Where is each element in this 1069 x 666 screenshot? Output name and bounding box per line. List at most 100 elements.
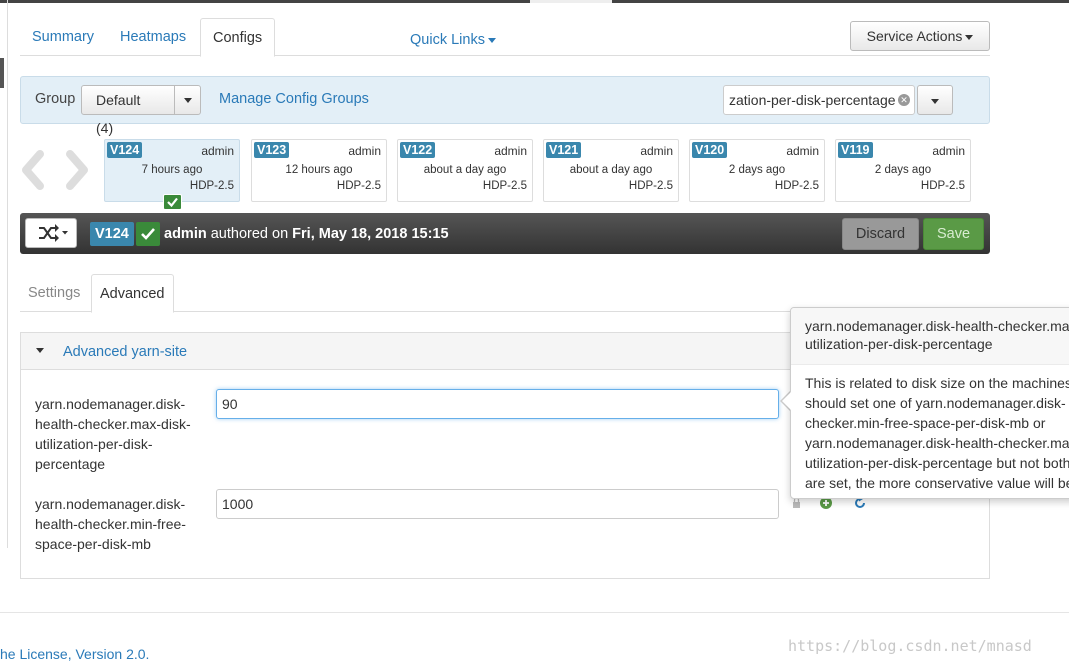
caret-down-icon (183, 97, 192, 103)
tab-heatmaps[interactable]: Heatmaps (108, 18, 198, 56)
service-tabs: Summary Heatmaps Configs (20, 18, 990, 57)
clear-filter-icon[interactable]: ✕ (898, 94, 910, 106)
quick-links-dropdown[interactable]: Quick Links (410, 32, 496, 48)
version-time: 7 hours ago (141, 164, 203, 176)
version-card-v120[interactable]: V120 admin 2 days ago HDP-2.5 (689, 139, 825, 202)
tab-advanced[interactable]: Advanced (91, 274, 174, 313)
panel-title[interactable]: Advanced yarn-site (63, 344, 187, 360)
save-button[interactable]: Save (923, 218, 984, 250)
label-line: percentage (35, 456, 106, 472)
version-stack: HDP-2.5 (336, 180, 381, 192)
check-icon (136, 222, 160, 246)
popover-body-line: This is related to disk size on the mach… (805, 375, 1069, 391)
label-line: yarn.nodemanager.disk- (35, 496, 186, 512)
label-line: space-per-disk-mb (35, 536, 151, 552)
version-author: admin (348, 144, 381, 158)
watermark: https://blog.csdn.net/mnasd (788, 637, 1032, 655)
version-card-v122[interactable]: V122 admin about a day ago HDP-2.5 (397, 139, 533, 202)
popover-title-line: yarn.nodemanager.disk-health-checker.max… (805, 318, 1069, 334)
version-badge: V124 (107, 142, 143, 158)
next-versions-arrow-icon[interactable] (62, 150, 92, 190)
sidebar-active-marker (0, 58, 4, 88)
tab-summary[interactable]: Summary (20, 18, 106, 56)
compare-versions-button[interactable] (25, 218, 77, 248)
version-stack: HDP-2.5 (628, 180, 673, 192)
version-stack: HDP-2.5 (774, 180, 819, 192)
version-date: Fri, May 18, 2018 15:15 (292, 226, 449, 242)
label-line: health-checker.max-disk- (35, 416, 191, 432)
popover-body-line: are set, the more conservative value wil… (805, 475, 1069, 491)
version-time: 2 days ago (728, 164, 786, 176)
service-actions-button[interactable]: Service Actions (850, 21, 990, 51)
version-badge: V122 (400, 142, 436, 158)
label-line: utilization-per-disk- (35, 436, 153, 452)
max-disk-utilization-input[interactable] (216, 389, 779, 419)
footer-divider (0, 612, 1069, 613)
current-version-bar: V124 admin authored on Fri, May 18, 2018… (20, 213, 990, 254)
label-line: health-checker.min-free- (35, 516, 186, 532)
service-actions-label: Service Actions (866, 28, 963, 44)
min-free-space-input[interactable] (216, 489, 779, 519)
version-author: admin (494, 144, 527, 158)
quick-links-label: Quick Links (410, 32, 485, 48)
config-filter-box: ✕ (723, 85, 915, 115)
property-label-max-disk-utilization: yarn.nodemanager.disk- health-checker.ma… (35, 394, 205, 474)
version-card-v123[interactable]: V123 admin 12 hours ago HDP-2.5 (251, 139, 387, 202)
group-label: Group (35, 91, 76, 107)
discard-button[interactable]: Discard (842, 218, 919, 250)
popover-title-line: utilization-per-disk-percentage (805, 336, 993, 352)
caret-down-icon (965, 34, 974, 40)
label-line: yarn.nodemanager.disk- (35, 396, 186, 412)
version-stack: HDP-2.5 (482, 180, 527, 192)
version-author: admin (932, 144, 965, 158)
version-stack: HDP-2.5 (189, 180, 234, 192)
popover-body-line: utilization-per-disk-percentage but not … (805, 455, 1069, 471)
current-version-badge: V124 (90, 222, 134, 246)
version-time: about a day ago (423, 164, 507, 176)
selected-group: Default (4) (96, 92, 141, 136)
property-description-popover: yarn.nodemanager.disk-health-checker.max… (790, 307, 1069, 499)
caret-down-icon (487, 37, 496, 43)
version-stack: HDP-2.5 (920, 180, 965, 192)
property-label-min-free-space: yarn.nodemanager.disk- health-checker.mi… (35, 494, 205, 554)
config-filter-input[interactable] (724, 86, 898, 114)
version-card-v124[interactable]: V124 admin 7 hours ago HDP-2.5 (104, 139, 240, 202)
version-author: admin (786, 144, 819, 158)
tab-configs[interactable]: Configs (200, 18, 276, 57)
version-time: about a day ago (569, 164, 653, 176)
popover-arrow-inner (782, 391, 792, 411)
version-badge: V120 (692, 142, 728, 158)
version-author: admin (640, 144, 673, 158)
current-version-check-icon (163, 194, 182, 210)
popover-body-line: yarn.nodemanager.disk-health-checker.max… (805, 435, 1069, 451)
version-badge: V119 (838, 142, 873, 158)
group-dropdown-toggle[interactable] (174, 86, 200, 114)
version-card-v121[interactable]: V121 admin about a day ago HDP-2.5 (543, 139, 679, 202)
authored-on-label: authored on (210, 226, 289, 242)
version-time: 2 days ago (874, 164, 932, 176)
version-badge: V121 (546, 142, 582, 158)
popover-body: This is related to disk size on the mach… (791, 365, 1069, 498)
top-navbar-edge (0, 0, 1069, 3)
version-authored-text: admin authored on Fri, May 18, 2018 15:1… (164, 226, 449, 242)
version-author: admin (201, 144, 234, 158)
version-card-v119[interactable]: V119 admin 2 days ago HDP-2.5 (835, 139, 971, 202)
version-badge: V123 (254, 142, 290, 158)
license-link[interactable]: he License, Version 2.0. (0, 646, 149, 662)
config-group-bar: Group Default (4) Manage Config Groups ✕ (20, 76, 990, 136)
shuffle-icon (39, 224, 68, 242)
popover-body-line: should set one of yarn.nodemanager.disk- (805, 395, 1066, 411)
collapse-caret-icon[interactable] (36, 348, 44, 353)
top-navbar-highlight (530, 0, 612, 3)
version-author-name: admin (164, 226, 207, 242)
config-group-select[interactable]: Default (4) (81, 85, 201, 136)
manage-config-groups-link[interactable]: Manage Config Groups (219, 91, 369, 107)
popover-body-line: checker.min-free-space-per-disk-mb or (805, 415, 1046, 431)
version-time: 12 hours ago (285, 164, 353, 176)
filter-dropdown-button[interactable] (917, 85, 953, 115)
left-sidebar-edge (0, 0, 8, 548)
popover-title: yarn.nodemanager.disk-health-checker.max… (791, 308, 1069, 365)
caret-down-icon (931, 98, 939, 104)
tab-settings[interactable]: Settings (20, 274, 88, 312)
previous-versions-arrow-icon[interactable] (18, 150, 48, 190)
